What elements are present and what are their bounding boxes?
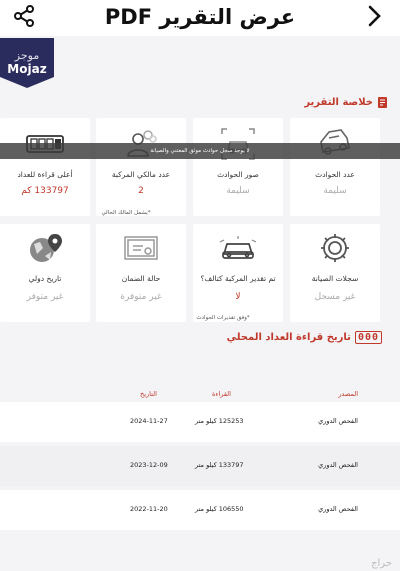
card-value: 133797 كم <box>21 186 69 196</box>
card-label: أعلى قراءة للعداد <box>17 170 73 179</box>
odometer-digits: 000 <box>357 332 379 343</box>
card-maintenance-records[interactable]: سجلات الصيانة غير مسجل <box>290 224 380 322</box>
row-date: 2022-11-20 <box>130 505 168 513</box>
logo-arabic: موجز <box>14 49 40 62</box>
row-source: الفحص الدوري <box>318 461 358 469</box>
car-front-icon <box>193 234 283 270</box>
page-title: عرض التقرير PDF <box>104 5 296 29</box>
card-warranty[interactable]: حالة الضمان غير متوفرة <box>96 224 186 322</box>
card-label: حالة الضمان <box>121 274 161 283</box>
card-accidents-count[interactable]: عدد الحوادث سليمة <box>290 118 380 216</box>
card-label: عدد الحوادث <box>315 170 355 179</box>
table-row: الفحص الدوري 106550 كيلو متر 2022-11-20 <box>0 490 400 530</box>
document-icon <box>378 97 387 108</box>
gear-icon <box>290 230 380 266</box>
table-row: الفحص الدوري 133797 كيلو متر 2023-12-09 <box>0 446 400 486</box>
col-source: المصدر <box>338 390 358 398</box>
card-label: تم تقدير المركبة كتالف؟ <box>200 274 276 283</box>
globe-pin-icon <box>0 232 90 268</box>
card-label: عدد مالكي المركبة <box>111 170 171 179</box>
row-source: الفحص الدوري <box>318 417 358 425</box>
row-reading: 106550 كيلو متر <box>195 505 244 513</box>
odometer-history-title: 000 تاريخ قراءة العداد المحلي <box>227 331 382 344</box>
watermark: حراج <box>371 558 392 569</box>
col-reading: القراءة <box>212 390 231 398</box>
card-label: سجلات الصيانة <box>311 274 359 283</box>
card-value: سليمة <box>226 186 250 196</box>
card-max-odometer[interactable]: أعلى قراءة للعداد 133797 كم <box>0 118 90 216</box>
table-header: المصدر القراءة التاريخ <box>0 388 400 402</box>
card-international-history[interactable]: تاريخ دولي غير متوفر <box>0 224 90 322</box>
card-accident-photos[interactable]: صور الحوادث سليمة <box>193 118 283 216</box>
row-reading: 125253 كيلو متر <box>195 417 244 425</box>
top-bar: عرض التقرير PDF <box>0 0 400 36</box>
summary-title-text: خلاصة التقرير <box>304 97 373 108</box>
card-value: غير متوفرة <box>120 292 162 302</box>
card-value: 2 <box>138 186 144 196</box>
card-value: غير متوفر <box>26 292 64 302</box>
row-date: 2024-11-27 <box>130 417 168 425</box>
card-value: لا <box>235 292 241 302</box>
summary-title: خلاصة التقرير <box>304 96 388 109</box>
card-value: سليمة <box>323 186 347 196</box>
certificate-icon <box>96 234 186 270</box>
row-date: 2023-12-09 <box>130 461 168 469</box>
odometer-history-title-text: تاريخ قراءة العداد المحلي <box>226 332 351 343</box>
card-label: تاريخ دولي <box>28 274 62 283</box>
mojaz-logo: موجز Mojaz <box>0 38 54 88</box>
row-source: الفحص الدوري <box>318 505 358 513</box>
card-owners-count[interactable]: عدد مالكي المركبة 2 *يشمل المالك الحالي <box>96 118 186 216</box>
share-icon[interactable] <box>12 4 36 28</box>
col-date: التاريخ <box>140 390 157 398</box>
odometer-digits-icon: 000 <box>354 331 382 344</box>
row-reading: 133797 كيلو متر <box>195 461 244 469</box>
table-row: الفحص الدوري 125253 كيلو متر 2024-11-27 <box>0 402 400 442</box>
card-label: صور الحوادث <box>217 170 259 179</box>
toast-message: لا يوجد سجل حوادث موثق المعتني والصيانة <box>0 143 400 159</box>
logo-english: Mojaz <box>7 62 47 76</box>
card-value: غير مسجل <box>314 292 356 302</box>
card-total-loss[interactable]: تم تقدير المركبة كتالف؟ لا *وفق تقديرات … <box>193 224 283 322</box>
